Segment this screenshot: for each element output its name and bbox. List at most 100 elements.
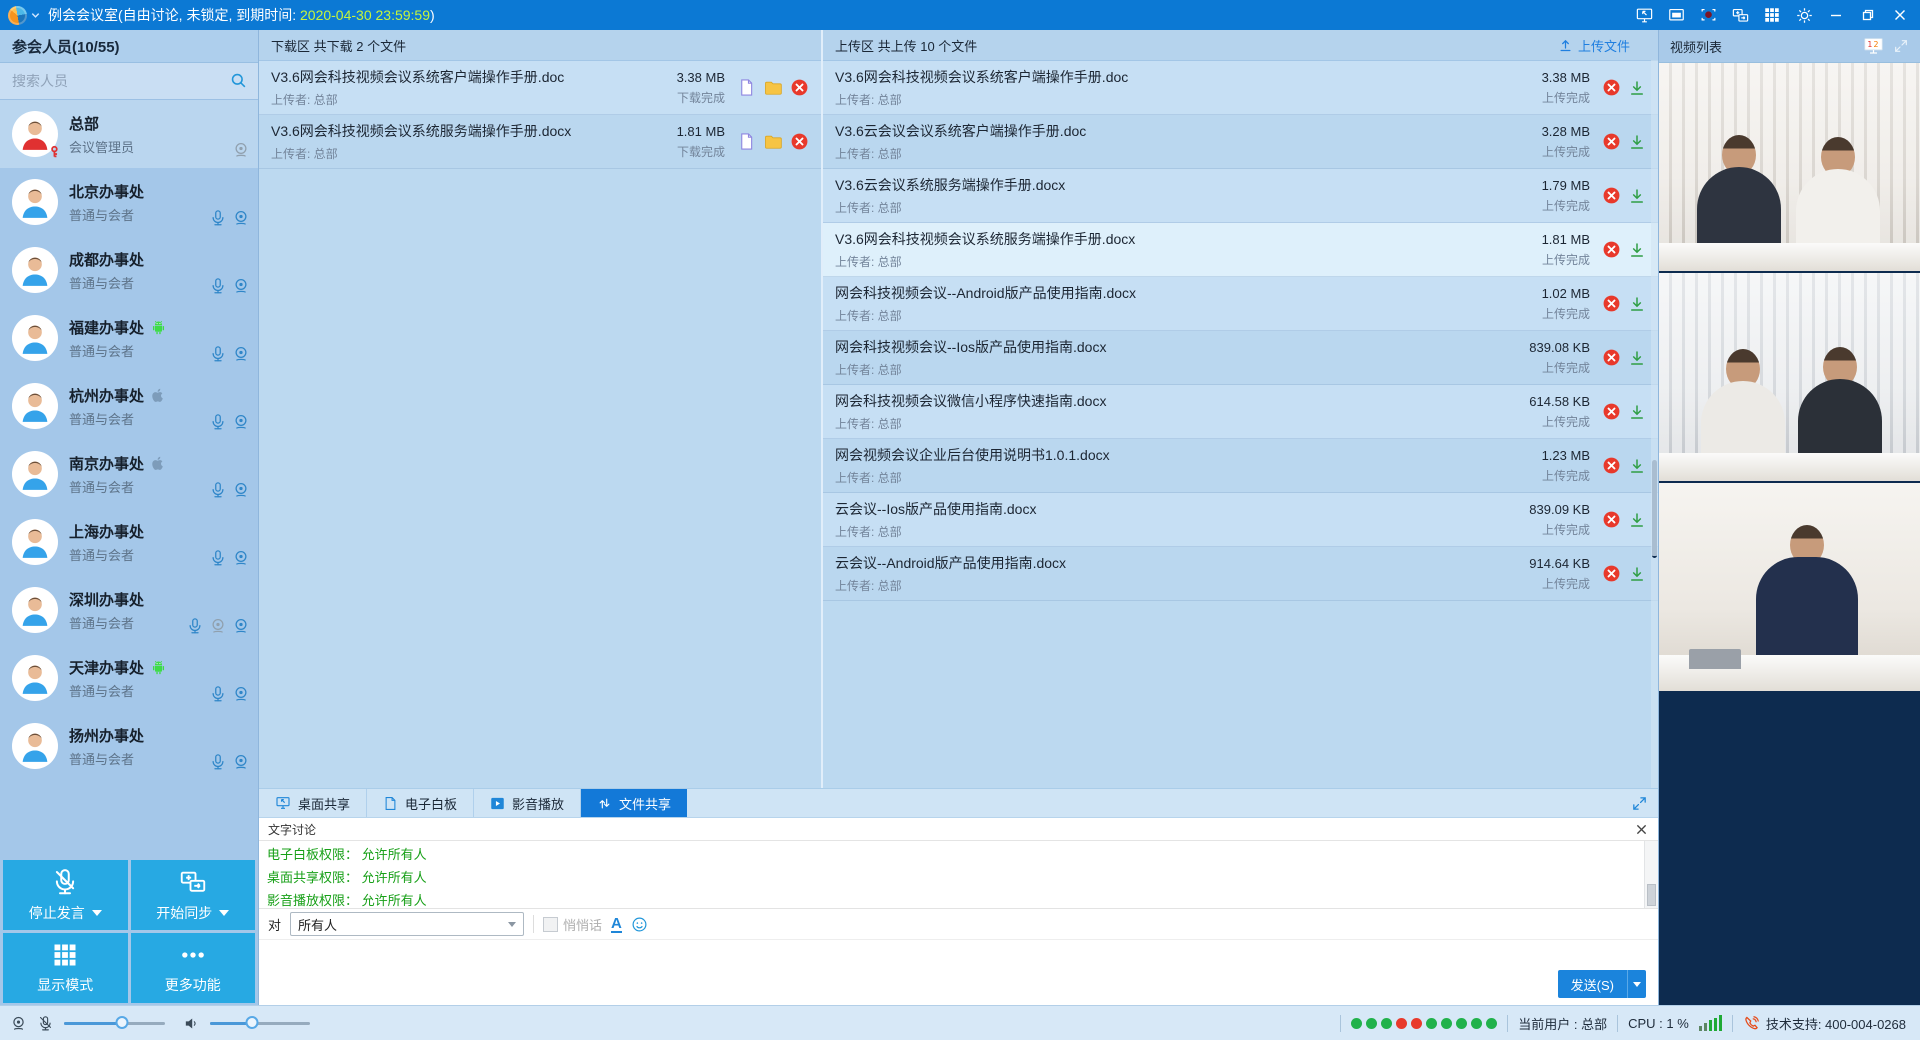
more-functions-button[interactable]: 更多功能 [131, 933, 256, 1003]
font-settings-icon[interactable]: A [611, 916, 622, 933]
participant-row[interactable]: 杭州办事处 普通与会者 [0, 372, 258, 440]
upload-file-row[interactable]: 网会科技视频会议--Ios版产品使用指南.docx 上传者: 总部 839.08… [823, 331, 1658, 385]
open-folder-icon[interactable] [763, 78, 783, 98]
upload-file-row[interactable]: 网会科技视频会议--Android版产品使用指南.docx 上传者: 总部 1.… [823, 277, 1658, 331]
app-logo-icon[interactable] [8, 6, 27, 25]
tab-desktop-share[interactable]: 桌面共享 [259, 789, 367, 817]
tab-file-share[interactable]: 文件共享 [581, 789, 687, 817]
webcam-icon[interactable] [232, 413, 250, 431]
webcam-icon[interactable] [232, 277, 250, 295]
download-file-icon[interactable] [1628, 511, 1646, 529]
mic-volume-slider[interactable] [64, 1022, 165, 1025]
participant-row[interactable]: 天津办事处 普通与会者 [0, 644, 258, 712]
participant-row[interactable]: 深圳办事处 普通与会者 [0, 576, 258, 644]
scrollbar-thumb[interactable] [1652, 460, 1657, 558]
webcam-disabled-icon[interactable] [232, 141, 250, 159]
stop-speaking-button[interactable]: 停止发言 [3, 860, 128, 930]
window-mode-icon[interactable] [1660, 0, 1692, 30]
participant-row[interactable]: 扬州办事处 普通与会者 [0, 712, 258, 780]
webcam-icon[interactable] [232, 481, 250, 499]
upload-file-row[interactable]: V3.6云会议会议系统客户端操作手册.doc 上传者: 总部 3.28 MB 上… [823, 115, 1658, 169]
download-file-icon[interactable] [1628, 187, 1646, 205]
mic-icon[interactable] [209, 481, 227, 499]
emoji-icon[interactable] [631, 916, 648, 933]
video-thumbnail-2[interactable] [1659, 273, 1920, 483]
delete-file-icon[interactable] [1602, 456, 1621, 475]
display-mode-button[interactable]: 显示模式 [3, 933, 128, 1003]
whisper-option[interactable]: 悄悄话 [543, 915, 602, 934]
video-thumbnail-1[interactable] [1659, 63, 1920, 273]
mic-icon[interactable] [209, 209, 227, 227]
upload-file-row[interactable]: V3.6云会议系统服务端操作手册.docx 上传者: 总部 1.79 MB 上传… [823, 169, 1658, 223]
chat-scrollbar[interactable] [1644, 841, 1658, 908]
upload-file-row[interactable]: V3.6网会科技视频会议系统客户端操作手册.doc 上传者: 总部 3.38 M… [823, 61, 1658, 115]
delete-file-icon[interactable] [1602, 132, 1621, 151]
slider-knob[interactable] [245, 1016, 258, 1029]
start-sync-button[interactable]: 开始同步 [131, 860, 256, 930]
mic-icon[interactable] [209, 345, 227, 363]
delete-file-icon[interactable] [1602, 240, 1621, 259]
download-file-row[interactable]: V3.6网会科技视频会议系统客户端操作手册.doc 上传者: 总部 3.38 M… [259, 61, 821, 115]
webcam-icon[interactable] [232, 617, 250, 635]
tab-whiteboard[interactable]: 电子白板 [367, 789, 474, 817]
webcam-icon[interactable] [232, 685, 250, 703]
tab-media-play[interactable]: 影音播放 [474, 789, 581, 817]
speaker-volume-slider[interactable] [210, 1022, 311, 1025]
participant-row[interactable]: 福建办事处 普通与会者 [0, 304, 258, 372]
mic-muted-icon[interactable] [37, 1015, 54, 1032]
upload-file-button[interactable]: 上传文件 [1558, 36, 1630, 55]
video-layout-icon[interactable]: 12 [1863, 37, 1884, 55]
delete-file-icon[interactable] [790, 132, 809, 151]
download-file-icon[interactable] [1628, 403, 1646, 421]
webcam-icon[interactable] [232, 549, 250, 567]
webcam-icon[interactable] [232, 753, 250, 771]
maximize-button[interactable] [1852, 0, 1884, 30]
participant-row[interactable]: 南京办事处 普通与会者 [0, 440, 258, 508]
recipient-select[interactable]: 所有人 [290, 912, 524, 936]
download-file-row[interactable]: V3.6网会科技视频会议系统服务端操作手册.docx 上传者: 总部 1.81 … [259, 115, 821, 169]
webcam-icon[interactable] [232, 345, 250, 363]
mic-icon[interactable] [209, 685, 227, 703]
send-button[interactable]: 发送(S) [1558, 970, 1646, 998]
delete-file-icon[interactable] [1602, 510, 1621, 529]
upload-list-scrollbar[interactable] [1651, 60, 1658, 788]
download-file-icon[interactable] [1628, 565, 1646, 583]
close-button[interactable] [1884, 0, 1916, 30]
delete-file-icon[interactable] [1602, 294, 1621, 313]
download-file-icon[interactable] [1628, 241, 1646, 259]
mic-icon[interactable] [209, 549, 227, 567]
upload-file-row[interactable]: 云会议--Ios版产品使用指南.docx 上传者: 总部 839.09 KB 上… [823, 493, 1658, 547]
gear-icon[interactable] [1788, 0, 1820, 30]
search-input[interactable] [0, 73, 258, 89]
search-icon[interactable] [229, 71, 248, 95]
chat-message-input[interactable]: 发送(S) [259, 940, 1658, 1005]
download-file-icon[interactable] [1628, 133, 1646, 151]
download-file-icon[interactable] [1628, 79, 1646, 97]
download-file-icon[interactable] [1628, 349, 1646, 367]
mic-icon[interactable] [209, 413, 227, 431]
delete-file-icon[interactable] [1602, 564, 1621, 583]
upload-file-row[interactable]: 网会科技视频会议微信小程序快速指南.docx 上传者: 总部 614.58 KB… [823, 385, 1658, 439]
chevron-down-icon[interactable] [30, 10, 41, 21]
speaker-icon[interactable] [183, 1015, 200, 1032]
sync-screens-icon[interactable] [1724, 0, 1756, 30]
upload-file-row[interactable]: V3.6网会科技视频会议系统服务端操作手册.docx 上传者: 总部 1.81 … [823, 223, 1658, 277]
delete-file-icon[interactable] [790, 78, 809, 97]
upload-file-row[interactable]: 云会议--Android版产品使用指南.docx 上传者: 总部 914.64 … [823, 547, 1658, 601]
open-file-icon[interactable] [737, 78, 756, 97]
screen-share-icon[interactable] [1628, 0, 1660, 30]
chat-close-icon[interactable] [1634, 822, 1649, 837]
upload-file-row[interactable]: 网会视频会议企业后台使用说明书1.0.1.docx 上传者: 总部 1.23 M… [823, 439, 1658, 493]
record-icon[interactable] [1692, 0, 1724, 30]
mic-icon[interactable] [209, 753, 227, 771]
mic-icon[interactable] [186, 617, 204, 635]
participant-row[interactable]: 总部 会议管理员 [0, 100, 258, 168]
participant-row[interactable]: 上海办事处 普通与会者 [0, 508, 258, 576]
delete-file-icon[interactable] [1602, 186, 1621, 205]
delete-file-icon[interactable] [1602, 402, 1621, 421]
whisper-checkbox[interactable] [543, 917, 558, 932]
download-file-icon[interactable] [1628, 295, 1646, 313]
download-file-icon[interactable] [1628, 457, 1646, 475]
video-expand-icon[interactable] [1893, 38, 1909, 54]
open-folder-icon[interactable] [763, 132, 783, 152]
